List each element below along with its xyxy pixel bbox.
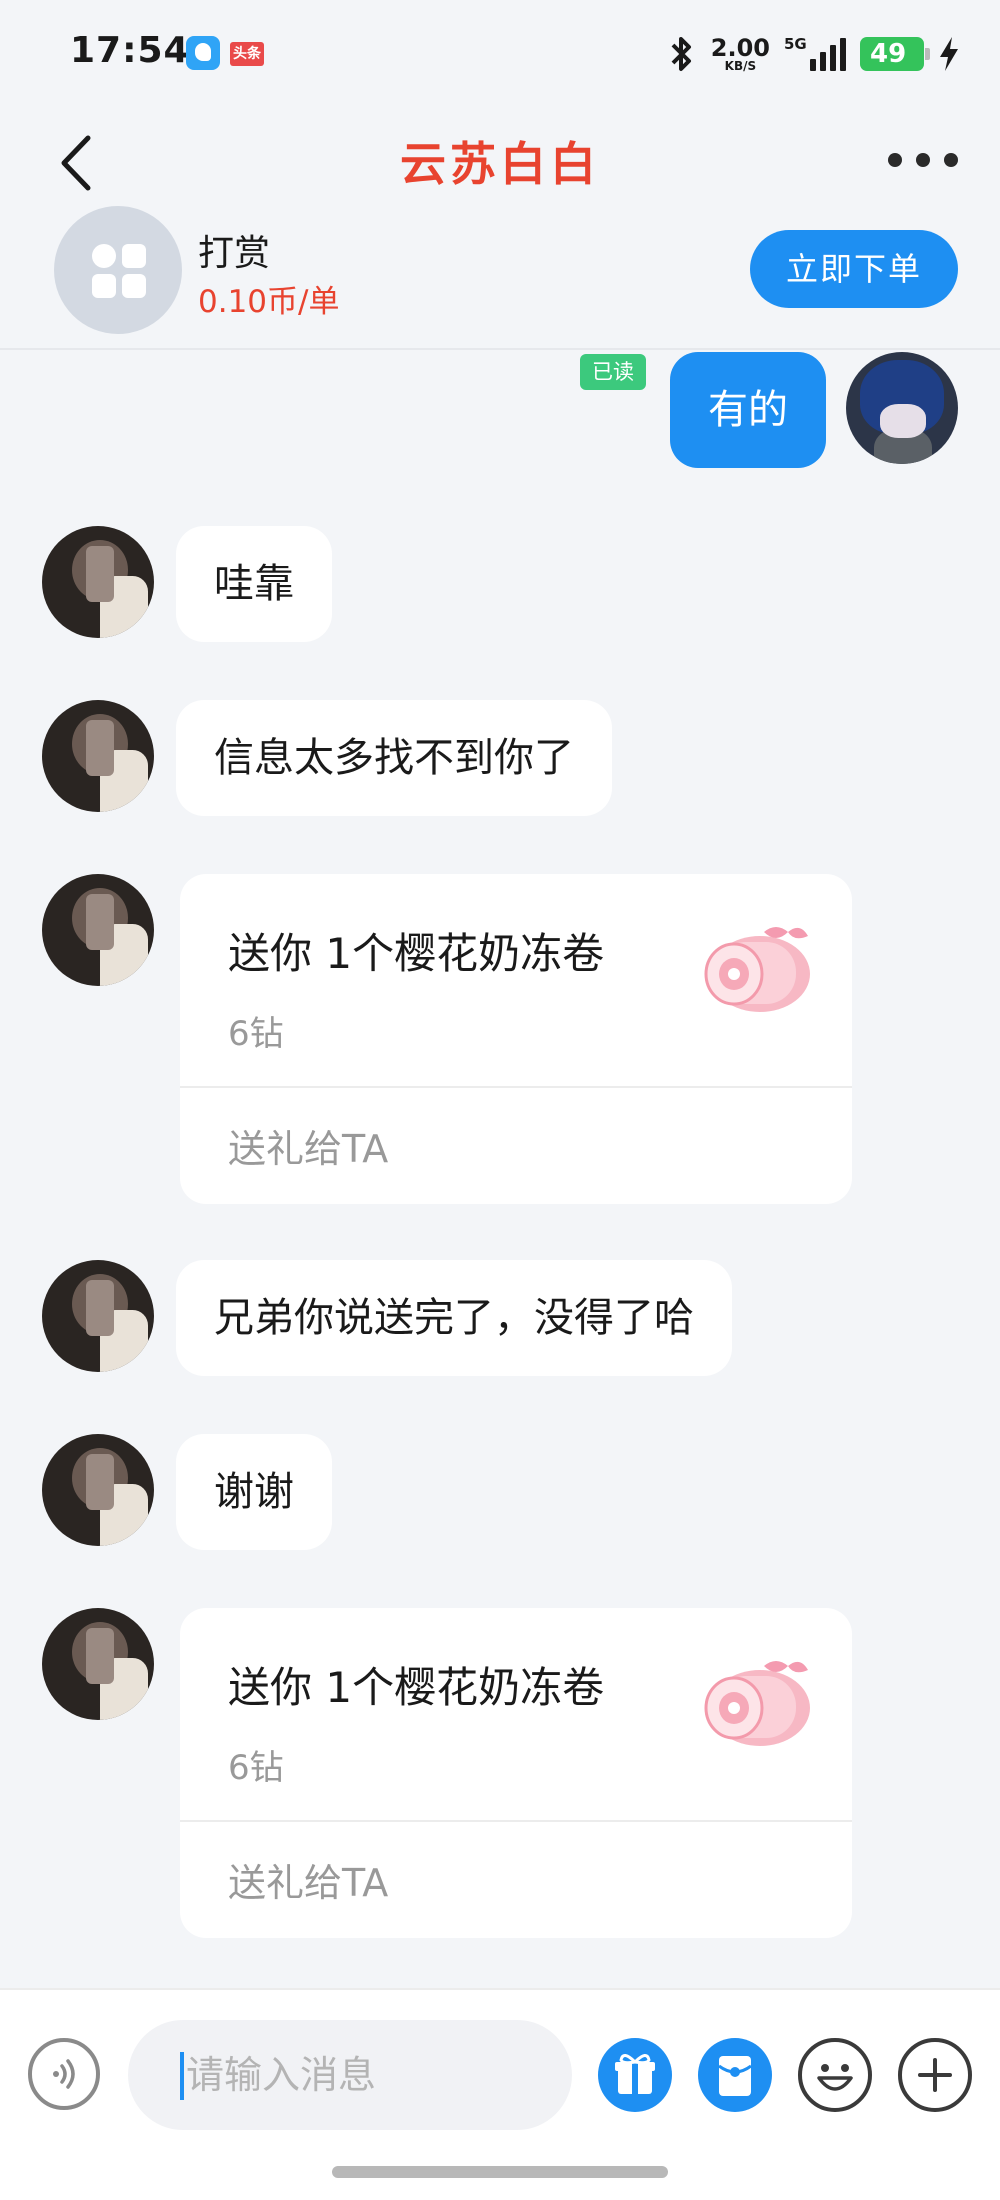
gift-card[interactable]: 送你 1个樱花奶冻卷 6钻 送礼给TA: [180, 1608, 852, 1938]
message-input-wrapper[interactable]: [128, 2020, 572, 2130]
gift-title: 送你 1个樱花奶冻卷: [228, 929, 605, 978]
service-price: 0.10币/单: [198, 284, 340, 320]
send-gift-link[interactable]: 送礼给TA: [228, 1118, 388, 1173]
status-bar: 17:54 头条 2.00 KB/S 5G 49: [0, 0, 1000, 108]
chat-title: 云苏白白: [400, 137, 600, 191]
more-dots-icon[interactable]: [888, 140, 958, 180]
voice-icon[interactable]: [28, 2038, 100, 2110]
send-gift-link[interactable]: 送礼给TA: [228, 1852, 388, 1907]
news-notification-badge: 头条: [230, 42, 264, 66]
gift-icon[interactable]: [598, 2038, 672, 2112]
app-notification-icon: [186, 36, 220, 70]
message-bubble-incoming[interactable]: 哇靠: [176, 526, 332, 642]
text-caret: [180, 2052, 184, 2100]
red-packet-icon[interactable]: [698, 2038, 772, 2112]
network-type: 5G: [784, 35, 807, 53]
gift-card[interactable]: 送你 1个樱花奶冻卷 6钻 送礼给TA: [180, 874, 852, 1204]
cake-roll-gift-icon: [704, 1661, 810, 1746]
message-input[interactable]: [186, 2020, 546, 2130]
cake-roll-gift-icon: [704, 927, 810, 1012]
network-speed-unit: KB/S: [724, 59, 757, 73]
service-name: 打赏: [198, 233, 271, 274]
network-speed: 2.00 KB/S: [711, 36, 770, 72]
gift-price: 6钻: [228, 1748, 284, 1788]
message-bubble-outgoing[interactable]: 有的: [670, 352, 826, 468]
contact-avatar[interactable]: [42, 1608, 154, 1720]
contact-avatar[interactable]: [42, 700, 154, 812]
message-bubble-incoming[interactable]: 谢谢: [176, 1434, 332, 1550]
gift-divider: [180, 1086, 852, 1088]
contact-avatar[interactable]: [42, 1260, 154, 1372]
status-time: 17:54: [70, 30, 190, 71]
nav-bar: 云苏白白: [0, 108, 1000, 220]
home-indicator[interactable]: [332, 2166, 668, 2178]
service-apps-icon: [54, 206, 182, 334]
signal-icon: 5G: [784, 35, 846, 71]
emoji-icon[interactable]: [798, 2038, 872, 2112]
message-bubble-incoming[interactable]: 信息太多找不到你了: [176, 700, 612, 816]
plus-icon[interactable]: [898, 2038, 972, 2112]
contact-avatar[interactable]: [42, 526, 154, 638]
my-avatar[interactable]: [846, 352, 958, 464]
service-bar: 打赏 0.10币/单 立即下单: [0, 206, 1000, 350]
read-status-badge: 已读: [580, 354, 646, 390]
gift-price: 6钻: [228, 1014, 284, 1054]
message-bubble-incoming[interactable]: 兄弟你说送完了，没得了哈: [176, 1260, 732, 1376]
gift-divider: [180, 1820, 852, 1822]
gift-title: 送你 1个樱花奶冻卷: [228, 1663, 605, 1712]
status-indicators: 2.00 KB/S 5G 49: [667, 30, 960, 78]
order-now-button[interactable]: 立即下单: [750, 230, 958, 308]
charging-icon: [940, 37, 958, 71]
network-speed-value: 2.00: [710, 34, 770, 62]
contact-avatar[interactable]: [42, 1434, 154, 1546]
battery-icon: 49: [860, 37, 930, 71]
bluetooth-icon: [671, 37, 691, 71]
contact-avatar[interactable]: [42, 874, 154, 986]
